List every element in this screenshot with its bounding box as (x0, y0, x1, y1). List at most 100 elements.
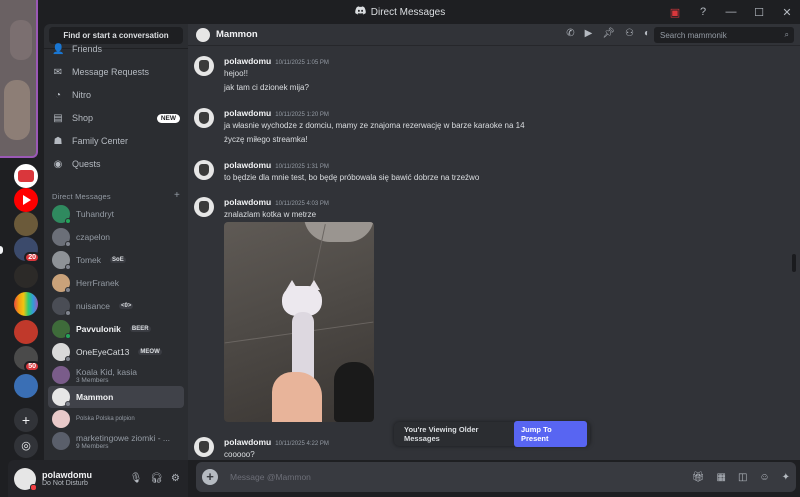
settings-gear-icon[interactable]: ⚙ (171, 473, 180, 484)
author-name[interactable]: polawdomu (224, 108, 271, 118)
webcam-overlay (0, 0, 38, 158)
attach-plus-icon[interactable]: + (202, 469, 218, 485)
server-icon[interactable]: 20 (14, 237, 40, 263)
add-server-icon[interactable]: + (14, 408, 38, 432)
dm-item-active[interactable]: Mammon (48, 386, 184, 408)
avatar (52, 297, 71, 316)
create-dm-icon[interactable]: + (174, 191, 180, 201)
user-profile-icon[interactable]: ◐ (644, 28, 650, 39)
minimize-button[interactable]: — (724, 6, 738, 18)
chat-header: Mammon ✆ ▶ 📌︎ ⚇ ◐ Search mammonik ⌕ (188, 24, 800, 46)
group-avatar (52, 366, 70, 384)
dm-item[interactable]: HerrFranek (48, 272, 184, 294)
message-text: to będzie dla mnie test, bo będę próbowa… (224, 173, 480, 182)
family-icon: ☗ (53, 135, 63, 147)
image-attachment[interactable] (224, 222, 374, 422)
dm-item[interactable]: Pavvulonik BEER (48, 318, 184, 340)
microphone-icon[interactable]: 🎙︎ (130, 473, 143, 484)
pinned-messages-icon[interactable]: 📌︎ (602, 28, 615, 39)
dm-item[interactable]: Tomek SoE (48, 249, 184, 271)
server-icon[interactable] (14, 292, 38, 316)
user-avatar[interactable] (14, 467, 37, 491)
nav-quests[interactable]: ◉ Quests (52, 155, 180, 173)
message-composer[interactable]: + Message @Mammon 🎁︎ ▦ ◫ ☺ ✦ (196, 462, 796, 492)
author-name[interactable]: polawdomu (224, 437, 271, 447)
user-status: Do Not Disturb (42, 480, 88, 487)
maximize-button[interactable]: ☐ (752, 6, 766, 19)
server-icon[interactable] (14, 212, 38, 236)
new-badge: NEW (156, 113, 180, 123)
avatar (52, 274, 71, 293)
inbox-icon[interactable]: ▣ (668, 6, 682, 19)
server-icon[interactable] (14, 320, 38, 344)
server-icon[interactable] (14, 264, 38, 288)
dm-header: Direct Messages (52, 192, 111, 201)
user-panel: polawdomu Do Not Disturb 🎙︎ 🎧︎ ⚙ (8, 460, 188, 497)
older-messages-bar: You're Viewing Older Messages Jump To Pr… (394, 421, 590, 447)
emoji-icon[interactable]: ☺ (759, 472, 769, 483)
video-call-icon[interactable]: ▶ (585, 28, 593, 39)
author-name[interactable]: polawdomu (224, 160, 271, 170)
help-icon[interactable]: ? (696, 6, 710, 18)
server-icon[interactable]: 50 (14, 346, 40, 372)
title-bar: Direct Messages ▣ ? — ☐ ✕ (0, 0, 800, 24)
timestamp: 10/11/2025 1:20 PM (275, 112, 329, 118)
server-icon[interactable] (14, 374, 38, 398)
shop-icon: ▤ (53, 112, 63, 124)
voice-call-icon[interactable]: ✆ (566, 28, 574, 39)
message-text: jak tam ci dzionek mija? (224, 83, 309, 92)
dm-item[interactable]: marketingowe ziomki - ... 9 Members (48, 430, 184, 452)
jump-to-present-button[interactable]: Jump To Present (513, 421, 587, 447)
mail-icon: ✉ (53, 66, 63, 78)
author-name[interactable]: polawdomu (224, 56, 271, 66)
apps-icon[interactable]: ✦ (782, 472, 790, 483)
discover-icon[interactable]: ◎ (14, 434, 38, 458)
discord-logo-icon (354, 6, 366, 18)
author-avatar[interactable] (194, 56, 214, 76)
gif-icon[interactable]: ▦ (716, 472, 725, 483)
sticker-icon[interactable]: ◫ (738, 472, 747, 483)
timestamp: 10/11/2025 4:22 PM (275, 441, 329, 447)
dm-item[interactable]: czapelon (48, 226, 184, 248)
dm-item[interactable]: Tuhandryt (48, 203, 184, 225)
avatar (52, 410, 70, 428)
dm-item[interactable]: OneEyeCat13 MEOW (48, 341, 184, 363)
avatar (52, 320, 71, 339)
server-icon[interactable] (14, 164, 38, 188)
channel-name: Mammon (216, 29, 258, 40)
author-name[interactable]: polawdomu (224, 197, 271, 207)
youtube-server-icon[interactable] (14, 188, 38, 212)
dm-item[interactable]: Koala Kid, kasia 3 Members (48, 364, 184, 386)
search-input[interactable]: Search mammonik ⌕ (654, 27, 794, 43)
headset-icon[interactable]: 🎧︎ (150, 473, 163, 484)
author-avatar[interactable] (194, 197, 214, 217)
author-avatar[interactable] (194, 108, 214, 128)
nav-nitro[interactable]: ◔ Nitro (52, 86, 180, 104)
add-friends-icon[interactable]: ⚇ (625, 28, 634, 39)
avatar (52, 251, 71, 270)
timestamp: 10/11/2025 1:31 PM (275, 164, 329, 170)
channel-avatar (196, 27, 210, 42)
gift-icon[interactable]: 🎁︎ (692, 472, 705, 483)
nav-shop[interactable]: ▤ Shop NEW (52, 109, 180, 127)
message-text: cooooo? (224, 450, 255, 459)
friends-icon: 👤 (52, 43, 65, 55)
author-avatar[interactable] (194, 437, 214, 457)
dm-item[interactable]: nuisance <0> (48, 295, 184, 317)
avatar (52, 388, 71, 407)
timestamp: 10/11/2025 1:05 PM (275, 60, 329, 66)
window-title: Direct Messages (370, 6, 446, 18)
message-input[interactable]: Message @Mammon (230, 472, 311, 482)
close-button[interactable]: ✕ (780, 6, 794, 19)
nav-family-center[interactable]: ☗ Family Center (52, 132, 180, 150)
unread-badge: 20 (24, 252, 40, 263)
dm-item[interactable]: Polska Polska polpion (48, 408, 184, 430)
clan-tag: <0> (119, 303, 134, 309)
timestamp: 10/11/2025 4:03 PM (275, 201, 329, 207)
nav-friends[interactable]: 👤 Friends (52, 40, 180, 58)
username: polawdomu (42, 470, 92, 480)
nav-message-requests[interactable]: ✉ Message Requests (52, 63, 180, 81)
author-avatar[interactable] (194, 160, 214, 180)
dm-sidebar: Find or start a conversation 👤 Friends ✉ M… (44, 24, 188, 460)
scrollbar[interactable] (792, 254, 796, 272)
